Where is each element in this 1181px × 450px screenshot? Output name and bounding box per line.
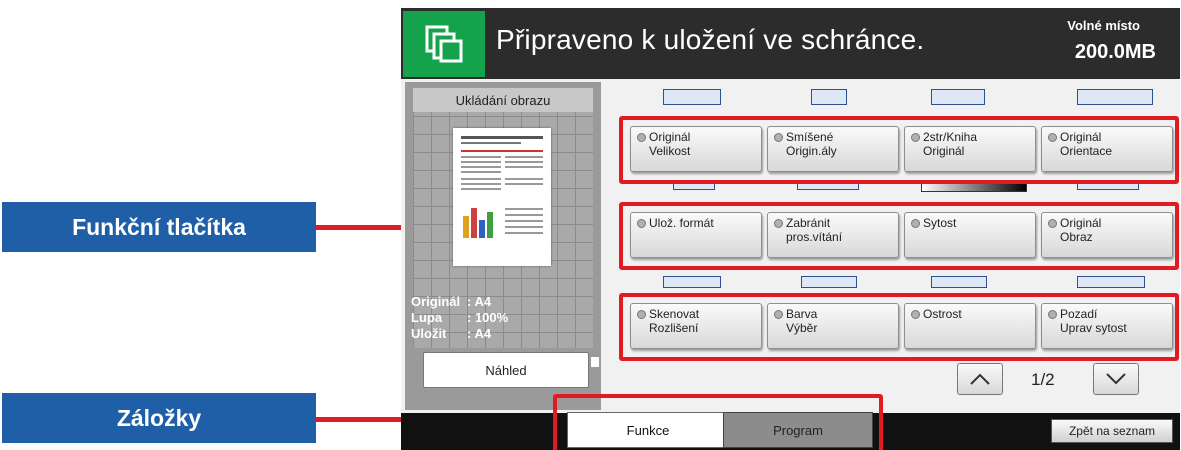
callout-tabs: Záložky [2, 393, 316, 443]
highlight-row-1 [619, 116, 1179, 184]
duplex-icon [931, 89, 985, 105]
highlight-row-3 [619, 293, 1179, 361]
device-screen: Připraveno k uložení ve schránce. Volné … [401, 8, 1180, 450]
orientation-icon [1077, 89, 1153, 105]
preview-panel: Ukládání obrazu Originál: A4 Lupa: 100… [405, 82, 601, 410]
status-title: Připraveno k uložení ve schránce. [496, 24, 925, 55]
preview-title: Ukládání obrazu [413, 88, 593, 112]
page-up-button[interactable] [957, 363, 1003, 395]
copy-pages-icon [403, 11, 485, 77]
page-indicator: 1/2 [1031, 370, 1055, 389]
document-thumbnail [453, 128, 551, 266]
sharpness-icon [931, 276, 987, 288]
info-save-value: : A4 [467, 326, 492, 341]
scroll-indicator [591, 357, 599, 367]
resolution-icon [663, 276, 721, 288]
callout-function-buttons: Funkční tlačítka [2, 202, 316, 252]
info-original-key: Originál [411, 294, 461, 309]
highlight-row-2 [619, 202, 1179, 270]
free-space-value: 200.0MB [1074, 41, 1156, 63]
color-select-icon [801, 276, 857, 288]
original-size-icon [663, 89, 721, 105]
chevron-down-icon [1106, 373, 1126, 385]
highlight-tabs [553, 394, 883, 450]
background-density-icon [1077, 276, 1145, 288]
page-down-button[interactable] [1093, 363, 1139, 395]
info-original-value: : A4 [467, 294, 492, 309]
status-header: Připraveno k uložení ve schránce. Volné … [401, 8, 1180, 79]
preview-info: Originál : A4 Lupa : 100% Uložit : A4 [411, 294, 508, 342]
chevron-up-icon [970, 373, 990, 385]
info-save-key: Uložit [411, 326, 447, 341]
info-zoom-key: Lupa [411, 310, 443, 325]
preview-button[interactable]: Náhled [423, 352, 589, 388]
free-space-label: Volné místo [1067, 18, 1140, 33]
back-to-list-button[interactable]: Zpět na seznam [1051, 419, 1173, 443]
info-zoom-value: : 100% [467, 310, 509, 325]
mixed-originals-icon [811, 89, 847, 105]
